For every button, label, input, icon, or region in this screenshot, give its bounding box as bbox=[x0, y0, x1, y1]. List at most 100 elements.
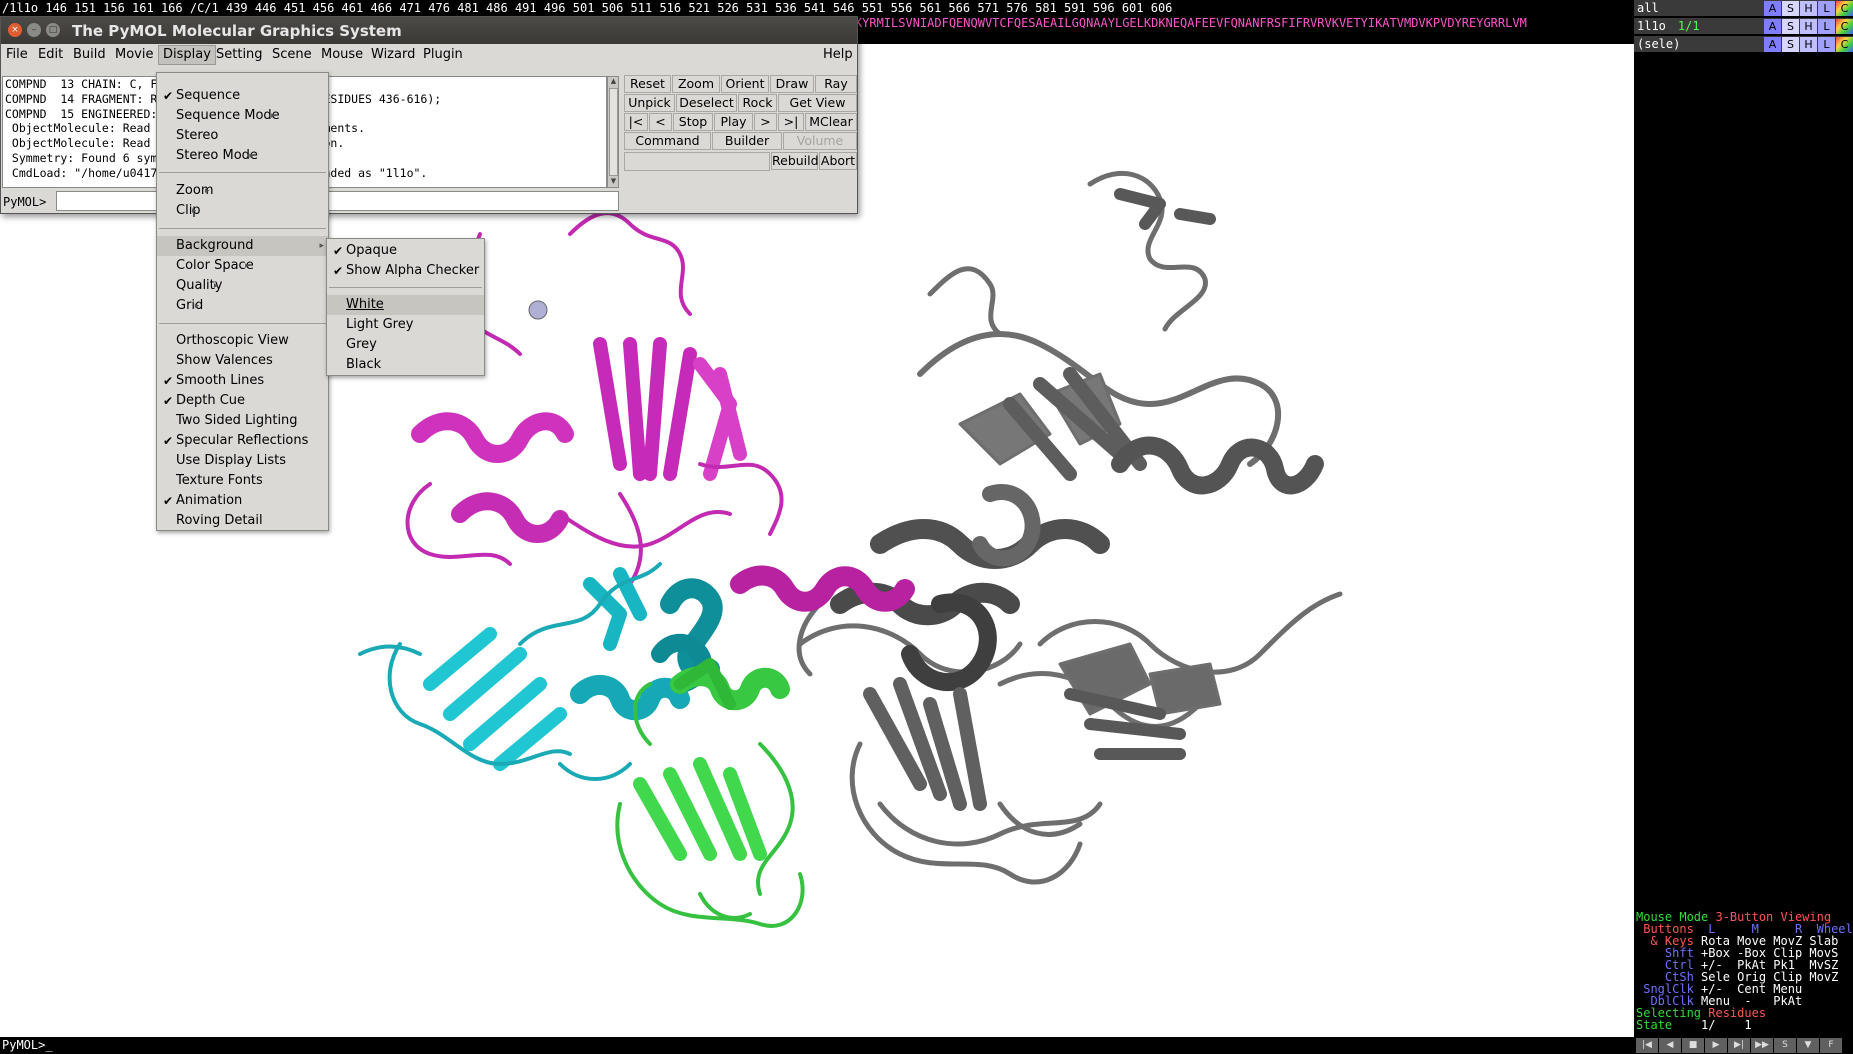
expand-icon[interactable]: ▼ bbox=[1797, 1038, 1819, 1053]
show-button[interactable]: S bbox=[1782, 1, 1799, 16]
sequence-toggle-icon[interactable]: S bbox=[1774, 1038, 1796, 1053]
menu-item-quality[interactable]: Quality ▸ bbox=[157, 276, 222, 296]
hide-button[interactable]: H bbox=[1800, 19, 1817, 34]
menu-wizard[interactable]: Wizard bbox=[367, 45, 419, 65]
menu-item-white[interactable]: White bbox=[327, 295, 484, 315]
menu-file[interactable]: File bbox=[2, 45, 32, 65]
action-button[interactable]: A bbox=[1764, 19, 1781, 34]
scroll-down-icon[interactable]: ▼ bbox=[609, 177, 618, 187]
object-name[interactable]: all bbox=[1637, 1, 1659, 15]
builder-button[interactable]: Builder bbox=[712, 132, 782, 150]
menu-scene[interactable]: Scene bbox=[268, 45, 316, 65]
menu-item-alpha-checker[interactable]: ✔ Show Alpha Checker bbox=[327, 261, 479, 281]
forward-button[interactable]: > bbox=[754, 113, 777, 131]
menu-item-color-space[interactable]: Color Space ▸ bbox=[157, 256, 254, 276]
menu-display[interactable]: Display bbox=[158, 45, 216, 65]
command-input[interactable] bbox=[56, 191, 619, 211]
action-button[interactable]: A bbox=[1764, 1, 1781, 16]
scroll-up-icon[interactable]: ▲ bbox=[609, 77, 618, 87]
menu-item-specular[interactable]: ✔ Specular Reflections bbox=[157, 431, 308, 451]
menu-edit[interactable]: Edit bbox=[34, 45, 67, 65]
label-button[interactable]: L bbox=[1818, 37, 1835, 52]
orient-button[interactable]: Orient bbox=[721, 75, 769, 93]
menu-plugin[interactable]: Plugin bbox=[419, 45, 467, 65]
object-row-all[interactable]: all A S H L C bbox=[1634, 0, 1853, 17]
object-name[interactable]: (sele) bbox=[1637, 37, 1680, 51]
menu-setting[interactable]: Setting bbox=[212, 45, 267, 65]
menu-item-clip[interactable]: Clip ▸ bbox=[157, 201, 201, 221]
end-icon[interactable]: ▶▶ bbox=[1751, 1038, 1773, 1053]
zoom-button[interactable]: Zoom bbox=[672, 75, 720, 93]
menu-movie[interactable]: Movie bbox=[111, 45, 157, 65]
rewind-button[interactable]: |< bbox=[624, 113, 648, 131]
menu-item-show-valences[interactable]: Show Valences bbox=[157, 351, 273, 371]
reset-button[interactable]: Reset bbox=[624, 75, 671, 93]
draw-button[interactable]: Draw bbox=[770, 75, 814, 93]
end-button[interactable]: >| bbox=[778, 113, 804, 131]
viewer-command-line[interactable]: PyMOL>_ bbox=[0, 1037, 1634, 1054]
rebuild-button[interactable]: Rebuild bbox=[771, 152, 819, 170]
mclear-button[interactable]: MClear bbox=[805, 113, 857, 131]
menu-item-grid[interactable]: Grid ▸ bbox=[157, 296, 203, 316]
sequence-letters[interactable]: EPNFKYRMILSVNIADFQENQWVTCFQESAEAILGQNAAY… bbox=[826, 16, 1527, 30]
window-titlebar[interactable]: × – □ The PyMOL Molecular Graphics Syste… bbox=[1, 17, 857, 44]
menu-item-grey[interactable]: Grey bbox=[327, 335, 377, 355]
menu-item-roving-detail[interactable]: Roving Detail bbox=[157, 511, 263, 531]
object-name[interactable]: 1l1o bbox=[1637, 19, 1666, 33]
mouse-mode-help[interactable]: Mouse Mode 3-Button Viewing Buttons L M … bbox=[1636, 911, 1853, 1031]
hide-button[interactable]: H bbox=[1800, 1, 1817, 16]
menu-item-sequence[interactable]: ✔ Sequence bbox=[157, 86, 240, 106]
ray-button[interactable]: Ray bbox=[815, 75, 857, 93]
action-button[interactable]: A bbox=[1764, 37, 1781, 52]
menu-item-depth-cue[interactable]: ✔ Depth Cue bbox=[157, 391, 245, 411]
get-view-button[interactable]: Get View bbox=[778, 94, 857, 112]
minimize-icon[interactable]: – bbox=[27, 23, 41, 37]
volume-button[interactable]: Volume bbox=[783, 132, 857, 150]
label-button[interactable]: L bbox=[1818, 1, 1835, 16]
unpick-button[interactable]: Unpick bbox=[624, 94, 675, 112]
menu-build[interactable]: Build bbox=[69, 45, 110, 65]
command-button[interactable]: Command bbox=[624, 132, 711, 150]
menu-item-stereo[interactable]: Stereo bbox=[157, 126, 218, 146]
show-button[interactable]: S bbox=[1782, 19, 1799, 34]
object-row-sele[interactable]: (sele) A S H L C bbox=[1634, 36, 1853, 53]
object-row-1l1o[interactable]: 1l1o 1/1 A S H L C bbox=[1634, 18, 1853, 35]
menu-help[interactable]: Help bbox=[819, 45, 857, 65]
label-button[interactable]: L bbox=[1818, 19, 1835, 34]
menu-item-sequence-mode[interactable]: Sequence Mode ▸ bbox=[157, 106, 280, 126]
scrollbar-thumb[interactable] bbox=[609, 88, 618, 176]
color-button[interactable]: C bbox=[1836, 37, 1853, 52]
menu-item-light-grey[interactable]: Light Grey bbox=[327, 315, 413, 335]
color-button[interactable]: C bbox=[1836, 1, 1853, 16]
stop-button[interactable]: Stop bbox=[673, 113, 713, 131]
show-button[interactable]: S bbox=[1782, 37, 1799, 52]
maximize-icon[interactable]: □ bbox=[46, 23, 60, 37]
menu-item-texture-fonts[interactable]: Texture Fonts bbox=[157, 471, 263, 491]
menu-item-display-lists[interactable]: Use Display Lists bbox=[157, 451, 286, 471]
menu-item-animation[interactable]: ✔ Animation bbox=[157, 491, 242, 511]
menu-item-smooth-lines[interactable]: ✔ Smooth Lines bbox=[157, 371, 264, 391]
color-button[interactable]: C bbox=[1836, 19, 1853, 34]
abort-button[interactable]: Abort bbox=[819, 152, 857, 170]
menu-item-orthoscopic[interactable]: Orthoscopic View bbox=[157, 331, 289, 351]
play-icon[interactable]: ▶ bbox=[1705, 1038, 1727, 1053]
menu-item-opaque[interactable]: ✔ Opaque bbox=[327, 241, 397, 261]
back-button[interactable]: < bbox=[649, 113, 672, 131]
step-back-icon[interactable]: ◀ bbox=[1659, 1038, 1681, 1053]
menu-mouse[interactable]: Mouse bbox=[317, 45, 367, 65]
menu-item-black[interactable]: Black bbox=[327, 355, 381, 375]
rewind-icon[interactable]: |◀ bbox=[1636, 1038, 1658, 1053]
rock-button[interactable]: Rock bbox=[738, 94, 777, 112]
play-button[interactable]: Play bbox=[714, 113, 753, 131]
close-icon[interactable]: × bbox=[8, 23, 22, 37]
stop-icon[interactable]: ■ bbox=[1682, 1038, 1704, 1053]
menu-item-two-sided-lighting[interactable]: Two Sided Lighting bbox=[157, 411, 298, 431]
menu-item-background[interactable]: Background ▸ bbox=[157, 236, 328, 256]
step-forward-icon[interactable]: ▶| bbox=[1728, 1038, 1750, 1053]
fullscreen-icon[interactable]: F bbox=[1820, 1038, 1842, 1053]
deselect-button[interactable]: Deselect bbox=[676, 94, 737, 112]
output-scrollbar[interactable]: ▲ ▼ bbox=[607, 76, 619, 188]
hide-button[interactable]: H bbox=[1800, 37, 1817, 52]
menu-item-zoom[interactable]: Zoom ▸ bbox=[157, 181, 213, 201]
menu-item-stereo-mode[interactable]: Stereo Mode ▸ bbox=[157, 146, 258, 166]
